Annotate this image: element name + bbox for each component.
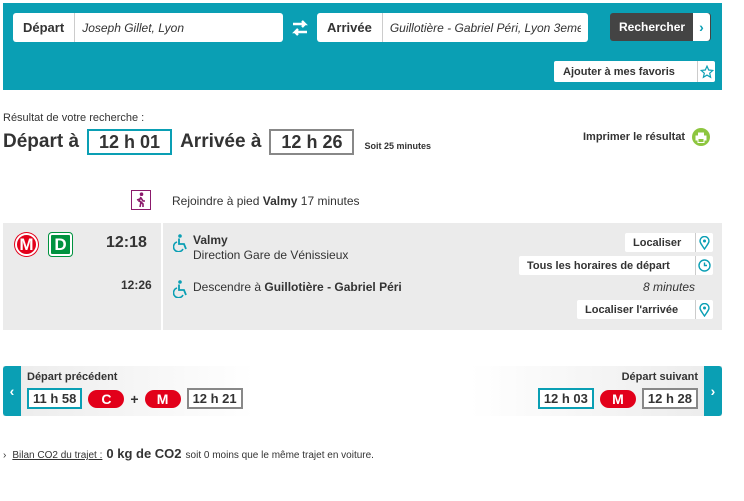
metro-line-badge: M (599, 389, 636, 408)
descend-prefix: Descendre à (193, 280, 262, 294)
plus-sign: + (130, 390, 139, 407)
walk-instruction: Rejoindre à pied Valmy 17 minutes (172, 194, 360, 208)
localiser-label: Localiser (633, 236, 682, 249)
depart-time-box: 12 h 01 (87, 129, 173, 155)
arrivee-field-group: Arrivée (317, 13, 588, 42)
map-pin-icon (695, 300, 713, 319)
print-result-link[interactable]: Imprimer le résultat (583, 128, 711, 146)
localiser-button[interactable]: Localiser (625, 233, 713, 252)
walk-destination: Valmy (262, 194, 298, 208)
previous-departure-label: Départ précédent (27, 371, 118, 383)
previous-depart-time: 11 h 58 (27, 388, 83, 409)
wheelchair-icon (173, 234, 187, 252)
chevron-right-icon: › (710, 383, 716, 399)
depart-prefix: Départ à (3, 131, 80, 152)
localiser-arrivee-label: Localiser l'arrivée (585, 303, 679, 316)
walk-prefix: Rejoindre à pied (172, 194, 260, 208)
arrivee-prefix: Arrivée à (180, 131, 262, 152)
co2-link[interactable]: Bilan CO2 du trajet : (12, 450, 102, 461)
previous-departure-button[interactable]: ‹ (3, 366, 21, 416)
search-button-label: Rechercher (619, 20, 686, 34)
arrivee-label: Arrivée (317, 13, 383, 42)
chevron-right-icon: › (3, 450, 7, 461)
next-departure-button[interactable]: › (704, 366, 722, 416)
next-arrivee-time: 12 h 28 (641, 388, 698, 409)
trip-duration: Soit 25 minutes (364, 141, 431, 151)
departure-time: 12:18 (106, 234, 147, 251)
depart-input[interactable] (75, 13, 283, 42)
journey-segment: M D 12:18 12:26 Valmy Direction Gare de … (3, 223, 722, 330)
alighting-instruction: Descendre à Guillotière - Gabriel Péri (193, 280, 402, 294)
co2-value: 0 kg de CO2 (106, 446, 182, 461)
printer-icon (692, 128, 711, 146)
next-depart-time: 12 h 03 (537, 388, 594, 409)
depart-field-group: Départ (13, 13, 283, 42)
departure-navigation: ‹ Départ précédent 11 h 58 C + M 12 h 21… (3, 366, 722, 416)
next-departure-label: Départ suivant (621, 371, 698, 383)
depart-label: Départ (13, 13, 76, 42)
chevron-right-icon: › (693, 13, 710, 41)
wheelchair-icon (173, 280, 187, 298)
co2-note: soit 0 moins que le même trajet en voitu… (185, 450, 374, 461)
arrivee-time-box: 12 h 26 (269, 129, 355, 155)
map-pin-icon (695, 233, 713, 252)
line-c-badge: C (88, 389, 125, 408)
all-departures-label: Tous les horaires de départ (527, 259, 670, 272)
result-times: Départ à 12 h 01 Arrivée à 12 h 26 Soit … (3, 129, 431, 155)
arrivee-input[interactable] (382, 13, 588, 42)
previous-arrivee-time: 12 h 21 (186, 388, 243, 409)
arrival-time: 12:26 (121, 278, 152, 292)
line-direction: Direction Gare de Vénissieux (193, 248, 349, 262)
line-d-badge: D (49, 233, 72, 256)
walk-duration: 17 minutes (300, 194, 360, 208)
result-caption: Résultat de votre recherche : (3, 112, 145, 124)
metro-line-badge: M (144, 389, 181, 408)
chevron-left-icon: ‹ (9, 383, 15, 399)
metro-line-badge: M (15, 233, 38, 256)
pedestrian-icon (131, 190, 151, 210)
add-favorites-button[interactable]: Ajouter à mes favoris (554, 61, 715, 82)
co2-summary: › Bilan CO2 du trajet : 0 kg de CO2 soit… (3, 446, 374, 461)
search-panel: Départ Arrivée Rechercher › Ajouter à me… (3, 3, 722, 90)
clock-icon (695, 256, 713, 275)
next-departure-option[interactable]: 12 h 03 M 12 h 28 (537, 388, 698, 409)
boarding-stop: Valmy (193, 233, 228, 247)
star-icon (697, 61, 715, 82)
print-result-label: Imprimer le résultat (583, 131, 686, 143)
ride-duration: 8 minutes (643, 280, 696, 294)
divider (161, 223, 163, 330)
alighting-stop: Guillotière - Gabriel Péri (264, 280, 402, 294)
localiser-arrivee-button[interactable]: Localiser l'arrivée (577, 300, 713, 319)
previous-departure-option[interactable]: 11 h 58 C + M 12 h 21 (27, 388, 243, 409)
search-button[interactable]: Rechercher › (610, 13, 711, 41)
add-favorites-label: Ajouter à mes favoris (563, 65, 675, 78)
all-departures-button[interactable]: Tous les horaires de départ (519, 256, 713, 275)
swap-arrows-icon[interactable] (290, 19, 310, 37)
